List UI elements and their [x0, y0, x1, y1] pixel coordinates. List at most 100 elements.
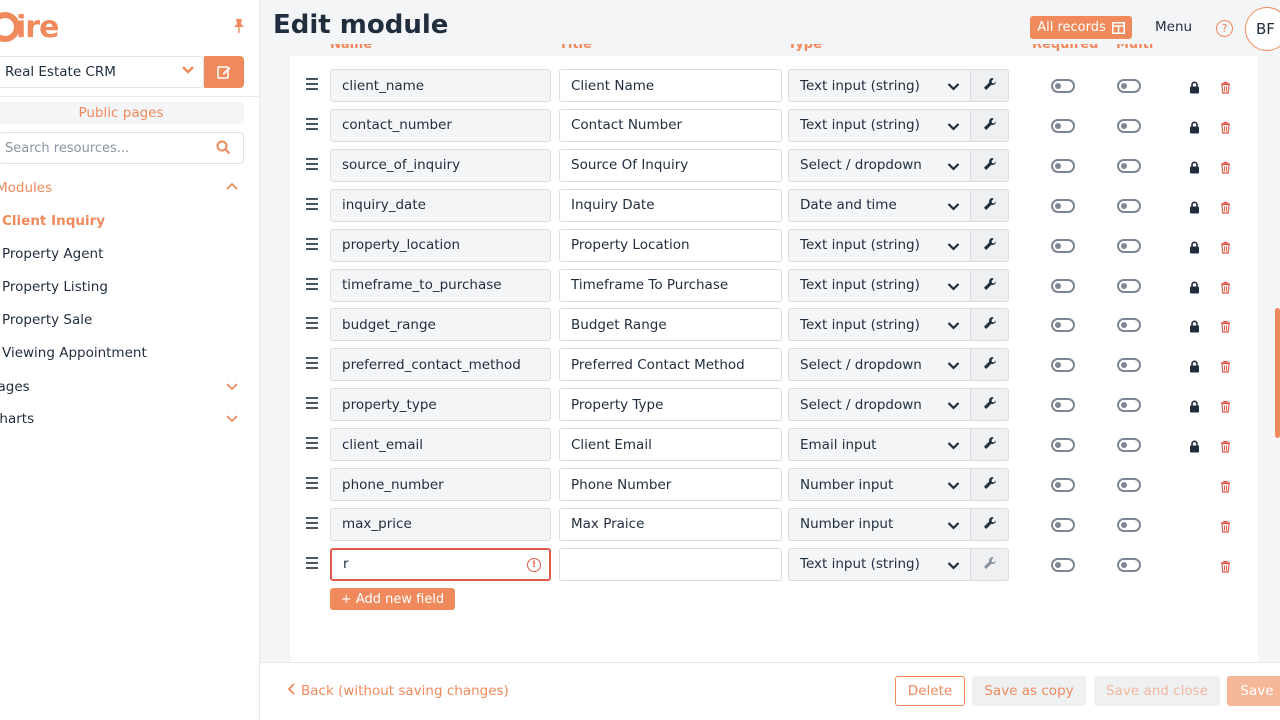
delete-button[interactable]: Delete: [895, 676, 965, 706]
field-type-select[interactable]: Number input: [788, 468, 971, 501]
required-toggle[interactable]: [1051, 398, 1075, 413]
field-type-select[interactable]: Number input: [788, 507, 971, 541]
sidebar-item-property-agent[interactable]: Property Agent: [2, 246, 103, 262]
field-type-select[interactable]: Select / dropdown: [788, 148, 971, 182]
multi-toggle[interactable]: [1117, 238, 1141, 253]
scrollbar[interactable]: [1275, 308, 1280, 438]
search-icon[interactable]: [216, 140, 231, 159]
all-records-button[interactable]: All records: [1030, 16, 1132, 39]
field-settings-button[interactable]: [971, 507, 1009, 541]
required-toggle[interactable]: [1051, 318, 1075, 333]
delete-field-icon[interactable]: [1220, 518, 1231, 537]
multi-toggle[interactable]: [1117, 557, 1141, 572]
field-settings-button[interactable]: [971, 108, 1009, 142]
search-field[interactable]: Search resources...: [0, 132, 244, 164]
required-toggle[interactable]: [1051, 278, 1075, 293]
required-toggle[interactable]: [1051, 158, 1075, 173]
delete-field-icon[interactable]: [1220, 318, 1231, 337]
multi-toggle[interactable]: [1117, 158, 1141, 173]
charts-section-toggle[interactable]: Charts: [0, 411, 238, 427]
drag-handle-icon[interactable]: [306, 397, 318, 410]
field-type-select[interactable]: Text input (string): [788, 547, 971, 581]
field-type-select[interactable]: Select / dropdown: [788, 388, 971, 422]
field-name-input[interactable]: client_name: [330, 69, 551, 102]
field-type-select[interactable]: Text input (string): [788, 108, 971, 142]
field-type-select[interactable]: Text input (string): [788, 308, 971, 342]
back-link[interactable]: Back (without saving changes): [287, 683, 509, 699]
field-type-select[interactable]: Text input (string): [788, 69, 971, 102]
public-pages-link[interactable]: Public pages: [0, 102, 244, 124]
field-type-select[interactable]: Date and time: [788, 188, 971, 222]
field-type-select[interactable]: Email input: [788, 428, 971, 462]
drag-handle-icon[interactable]: [306, 277, 318, 290]
delete-field-icon[interactable]: [1220, 478, 1231, 497]
drag-handle-icon[interactable]: [306, 78, 318, 90]
multi-toggle[interactable]: [1117, 358, 1141, 373]
field-name-input[interactable]: timeframe_to_purchase: [330, 268, 551, 302]
add-new-field-button[interactable]: + Add new field: [330, 588, 455, 610]
required-toggle[interactable]: [1051, 118, 1075, 133]
field-name-input[interactable]: client_email: [330, 428, 551, 462]
field-settings-button[interactable]: [971, 388, 1009, 422]
field-name-input[interactable]: budget_range: [330, 308, 551, 342]
field-settings-button[interactable]: [971, 308, 1009, 342]
required-toggle[interactable]: [1051, 238, 1075, 253]
field-settings-button[interactable]: [971, 188, 1009, 222]
pin-icon[interactable]: [232, 18, 246, 38]
multi-toggle[interactable]: [1117, 478, 1141, 492]
field-type-select[interactable]: Text input (string): [788, 228, 971, 262]
field-settings-button[interactable]: [971, 547, 1009, 581]
multi-toggle[interactable]: [1117, 118, 1141, 133]
drag-handle-icon[interactable]: [306, 237, 318, 250]
sidebar-item-client-inquiry[interactable]: Client Inquiry: [2, 213, 105, 229]
field-settings-button[interactable]: [971, 268, 1009, 302]
field-title-input[interactable]: Contact Number: [559, 108, 782, 142]
delete-field-icon[interactable]: [1220, 358, 1231, 377]
multi-toggle[interactable]: [1117, 398, 1141, 413]
save-as-copy-button[interactable]: Save as copy: [972, 676, 1086, 706]
field-name-input[interactable]: property_type: [330, 388, 551, 422]
drag-handle-icon[interactable]: [306, 437, 318, 450]
field-title-input[interactable]: Property Location: [559, 228, 782, 262]
field-settings-button[interactable]: [971, 348, 1009, 382]
drag-handle-icon[interactable]: [306, 477, 318, 489]
field-settings-button[interactable]: [971, 69, 1009, 102]
field-name-input[interactable]: phone_number: [330, 468, 551, 501]
drag-handle-icon[interactable]: [306, 117, 318, 130]
field-name-input[interactable]: property_location: [330, 228, 551, 262]
multi-toggle[interactable]: [1117, 318, 1141, 333]
field-settings-button[interactable]: [971, 428, 1009, 462]
required-toggle[interactable]: [1051, 198, 1075, 213]
multi-toggle[interactable]: [1117, 517, 1141, 532]
delete-field-icon[interactable]: [1220, 558, 1231, 577]
delete-field-icon[interactable]: [1220, 159, 1231, 178]
delete-field-icon[interactable]: [1220, 239, 1231, 258]
app-select[interactable]: Real Estate CRM: [0, 56, 204, 88]
drag-handle-icon[interactable]: [306, 516, 318, 529]
field-settings-button[interactable]: [971, 148, 1009, 182]
menu-link[interactable]: Menu: [1155, 19, 1192, 35]
field-title-input[interactable]: Max Praice: [559, 507, 782, 541]
field-name-input[interactable]: source_of_inquiry: [330, 148, 551, 182]
delete-field-icon[interactable]: [1220, 119, 1231, 138]
required-toggle[interactable]: [1051, 438, 1075, 453]
field-title-input[interactable]: Phone Number: [559, 468, 782, 501]
multi-toggle[interactable]: [1117, 198, 1141, 213]
drag-handle-icon[interactable]: [306, 317, 318, 330]
pages-section-toggle[interactable]: Pages: [0, 379, 238, 395]
field-type-select[interactable]: Select / dropdown: [788, 348, 971, 382]
delete-field-icon[interactable]: [1220, 438, 1231, 457]
required-toggle[interactable]: [1051, 79, 1075, 93]
field-title-input[interactable]: Timeframe To Purchase: [559, 268, 782, 302]
sidebar-item-viewing-appointment[interactable]: Viewing Appointment: [2, 345, 147, 361]
modules-section-toggle[interactable]: Modules: [0, 180, 238, 196]
sidebar-item-property-sale[interactable]: Property Sale: [2, 312, 92, 328]
multi-toggle[interactable]: [1117, 278, 1141, 293]
delete-field-icon[interactable]: [1220, 79, 1231, 98]
app-logo[interactable]: ire: [0, 8, 59, 46]
field-name-input[interactable]: max_price: [330, 507, 551, 541]
required-toggle[interactable]: [1051, 478, 1075, 492]
drag-handle-icon[interactable]: [306, 157, 318, 170]
field-type-select[interactable]: Text input (string): [788, 268, 971, 302]
field-title-input[interactable]: Preferred Contact Method: [559, 348, 782, 382]
